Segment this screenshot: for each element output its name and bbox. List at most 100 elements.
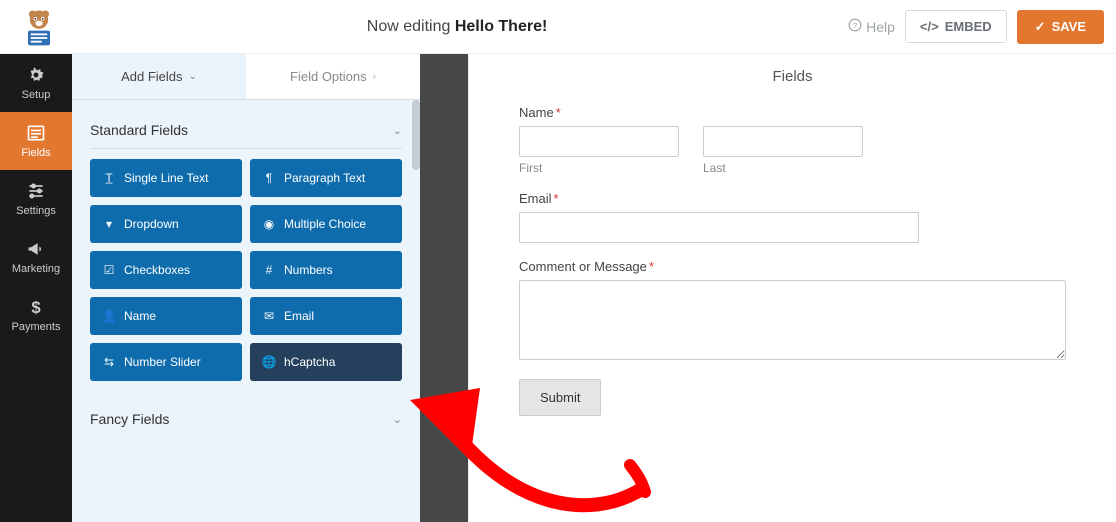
nav-fields-label: Fields <box>21 147 50 159</box>
bullhorn-icon <box>26 239 46 259</box>
field-checkboxes[interactable]: ☑ Checkboxes <box>90 251 242 289</box>
svg-text:$: $ <box>31 298 41 317</box>
required-asterisk: * <box>649 259 654 274</box>
tab-add-label: Add Fields <box>121 69 182 84</box>
top-bar: Now editing Hello There! ? Help </> EMBE… <box>0 0 1116 54</box>
last-name-col: Last <box>703 126 863 175</box>
check-icon: ✓ <box>1035 19 1046 35</box>
field-email[interactable]: ✉ Email <box>250 297 402 335</box>
field-label: Number Slider <box>124 355 201 369</box>
field-label: Single Line Text <box>124 171 209 185</box>
required-asterisk: * <box>556 105 561 120</box>
submit-button[interactable]: Submit <box>519 379 601 416</box>
field-multiple-choice[interactable]: ◉ Multiple Choice <box>250 205 402 243</box>
user-icon: 👤 <box>102 309 116 323</box>
gear-icon <box>26 65 46 85</box>
field-label: Dropdown <box>124 217 179 231</box>
field-row-comment: Comment or Message* <box>519 259 1066 363</box>
dollar-icon: $ <box>26 297 46 317</box>
comment-label: Comment or Message* <box>519 259 1066 274</box>
first-name-input[interactable] <box>519 126 679 157</box>
nav-setup[interactable]: Setup <box>0 54 72 112</box>
nav-fields[interactable]: Fields <box>0 112 72 170</box>
submit-row: Submit <box>519 379 1066 416</box>
field-label: Paragraph Text <box>284 171 365 185</box>
first-name-col: First <box>519 126 679 175</box>
field-label: Name <box>124 309 156 323</box>
help-link[interactable]: ? Help <box>848 18 895 35</box>
nav-marketing-label: Marketing <box>12 263 60 275</box>
save-button[interactable]: ✓ SAVE <box>1017 10 1104 44</box>
last-name-input[interactable] <box>703 126 863 157</box>
dropdown-icon: ▾ <box>102 217 116 231</box>
hash-icon: # <box>262 263 276 277</box>
comment-textarea[interactable] <box>519 280 1066 360</box>
text-icon: T̲ <box>102 171 116 185</box>
field-row-name: Name* First Last <box>519 105 1066 175</box>
fields-panel: Add Fields ⌄ Field Options › Standard Fi… <box>72 54 420 522</box>
chevron-right-icon: › <box>373 71 376 82</box>
left-nav: Setup Fields Settings Marketing $ Paymen… <box>0 54 72 522</box>
panel-tabs: Add Fields ⌄ Field Options › <box>72 54 420 100</box>
tab-options-label: Field Options <box>290 69 367 84</box>
embed-label: EMBED <box>945 19 992 34</box>
field-label: Numbers <box>284 263 333 277</box>
field-dropdown[interactable]: ▾ Dropdown <box>90 205 242 243</box>
code-icon: </> <box>920 19 939 34</box>
topbar-actions: ? Help </> EMBED ✓ SAVE <box>848 10 1104 44</box>
field-number-slider[interactable]: ⇆ Number Slider <box>90 343 242 381</box>
field-numbers[interactable]: # Numbers <box>250 251 402 289</box>
field-hcaptcha[interactable]: 🌐 hCaptcha <box>250 343 402 381</box>
group-standard-header[interactable]: Standard Fields ⌄ <box>90 114 402 148</box>
globe-icon: 🌐 <box>262 355 276 369</box>
group-fancy-label: Fancy Fields <box>90 411 169 427</box>
label-text: Email <box>519 191 552 206</box>
nav-payments[interactable]: $ Payments <box>0 286 72 344</box>
first-sublabel: First <box>519 161 679 175</box>
save-label: SAVE <box>1052 19 1086 34</box>
name-inputs: First Last <box>519 126 1066 175</box>
nav-settings-label: Settings <box>16 205 56 217</box>
last-sublabel: Last <box>703 161 863 175</box>
group-standard-label: Standard Fields <box>90 122 188 138</box>
chevron-down-icon: ⌄ <box>393 413 402 426</box>
email-label: Email* <box>519 191 1066 206</box>
name-label: Name* <box>519 105 1066 120</box>
app-body: Setup Fields Settings Marketing $ Paymen… <box>0 54 1116 522</box>
divider <box>90 148 402 149</box>
field-paragraph-text[interactable]: ¶Paragraph Text <box>250 159 402 197</box>
drop-gutter <box>420 54 468 522</box>
help-label: Help <box>866 19 895 35</box>
field-label: Email <box>284 309 314 323</box>
field-single-line-text[interactable]: T̲ Single Line Text <box>90 159 242 197</box>
nav-marketing[interactable]: Marketing <box>0 228 72 286</box>
radio-icon: ◉ <box>262 217 276 231</box>
form-preview: Fields Name* First Last Email* <box>468 54 1116 522</box>
field-label: Multiple Choice <box>284 217 366 231</box>
tab-add-fields[interactable]: Add Fields ⌄ <box>72 54 246 99</box>
slider-icon: ⇆ <box>102 355 116 369</box>
group-fancy-header[interactable]: Fancy Fields ⌄ <box>90 403 402 437</box>
field-row-email: Email* <box>519 191 1066 243</box>
preview-form-body: Name* First Last Email* Comment o <box>469 99 1116 432</box>
envelope-icon: ✉ <box>262 309 276 323</box>
field-name[interactable]: 👤 Name <box>90 297 242 335</box>
sliders-icon <box>26 181 46 201</box>
svg-text:?: ? <box>853 21 857 30</box>
help-icon: ? <box>848 18 862 35</box>
standard-fields-grid: T̲ Single Line Text ¶Paragraph Text ▾ Drop… <box>90 159 402 381</box>
checkbox-icon: ☑ <box>102 263 116 277</box>
field-label: hCaptcha <box>284 355 335 369</box>
editing-prefix: Now editing <box>367 18 455 35</box>
nav-payments-label: Payments <box>12 321 61 333</box>
label-text: Name <box>519 105 554 120</box>
nav-settings[interactable]: Settings <box>0 170 72 228</box>
editing-title: Now editing Hello There! <box>66 18 848 36</box>
label-text: Comment or Message <box>519 259 647 274</box>
field-label: Checkboxes <box>124 263 190 277</box>
form-name: Hello There! <box>455 18 547 35</box>
email-input[interactable] <box>519 212 919 243</box>
chevron-down-icon: ⌄ <box>189 71 197 82</box>
embed-button[interactable]: </> EMBED <box>905 10 1007 43</box>
tab-field-options[interactable]: Field Options › <box>246 54 420 99</box>
